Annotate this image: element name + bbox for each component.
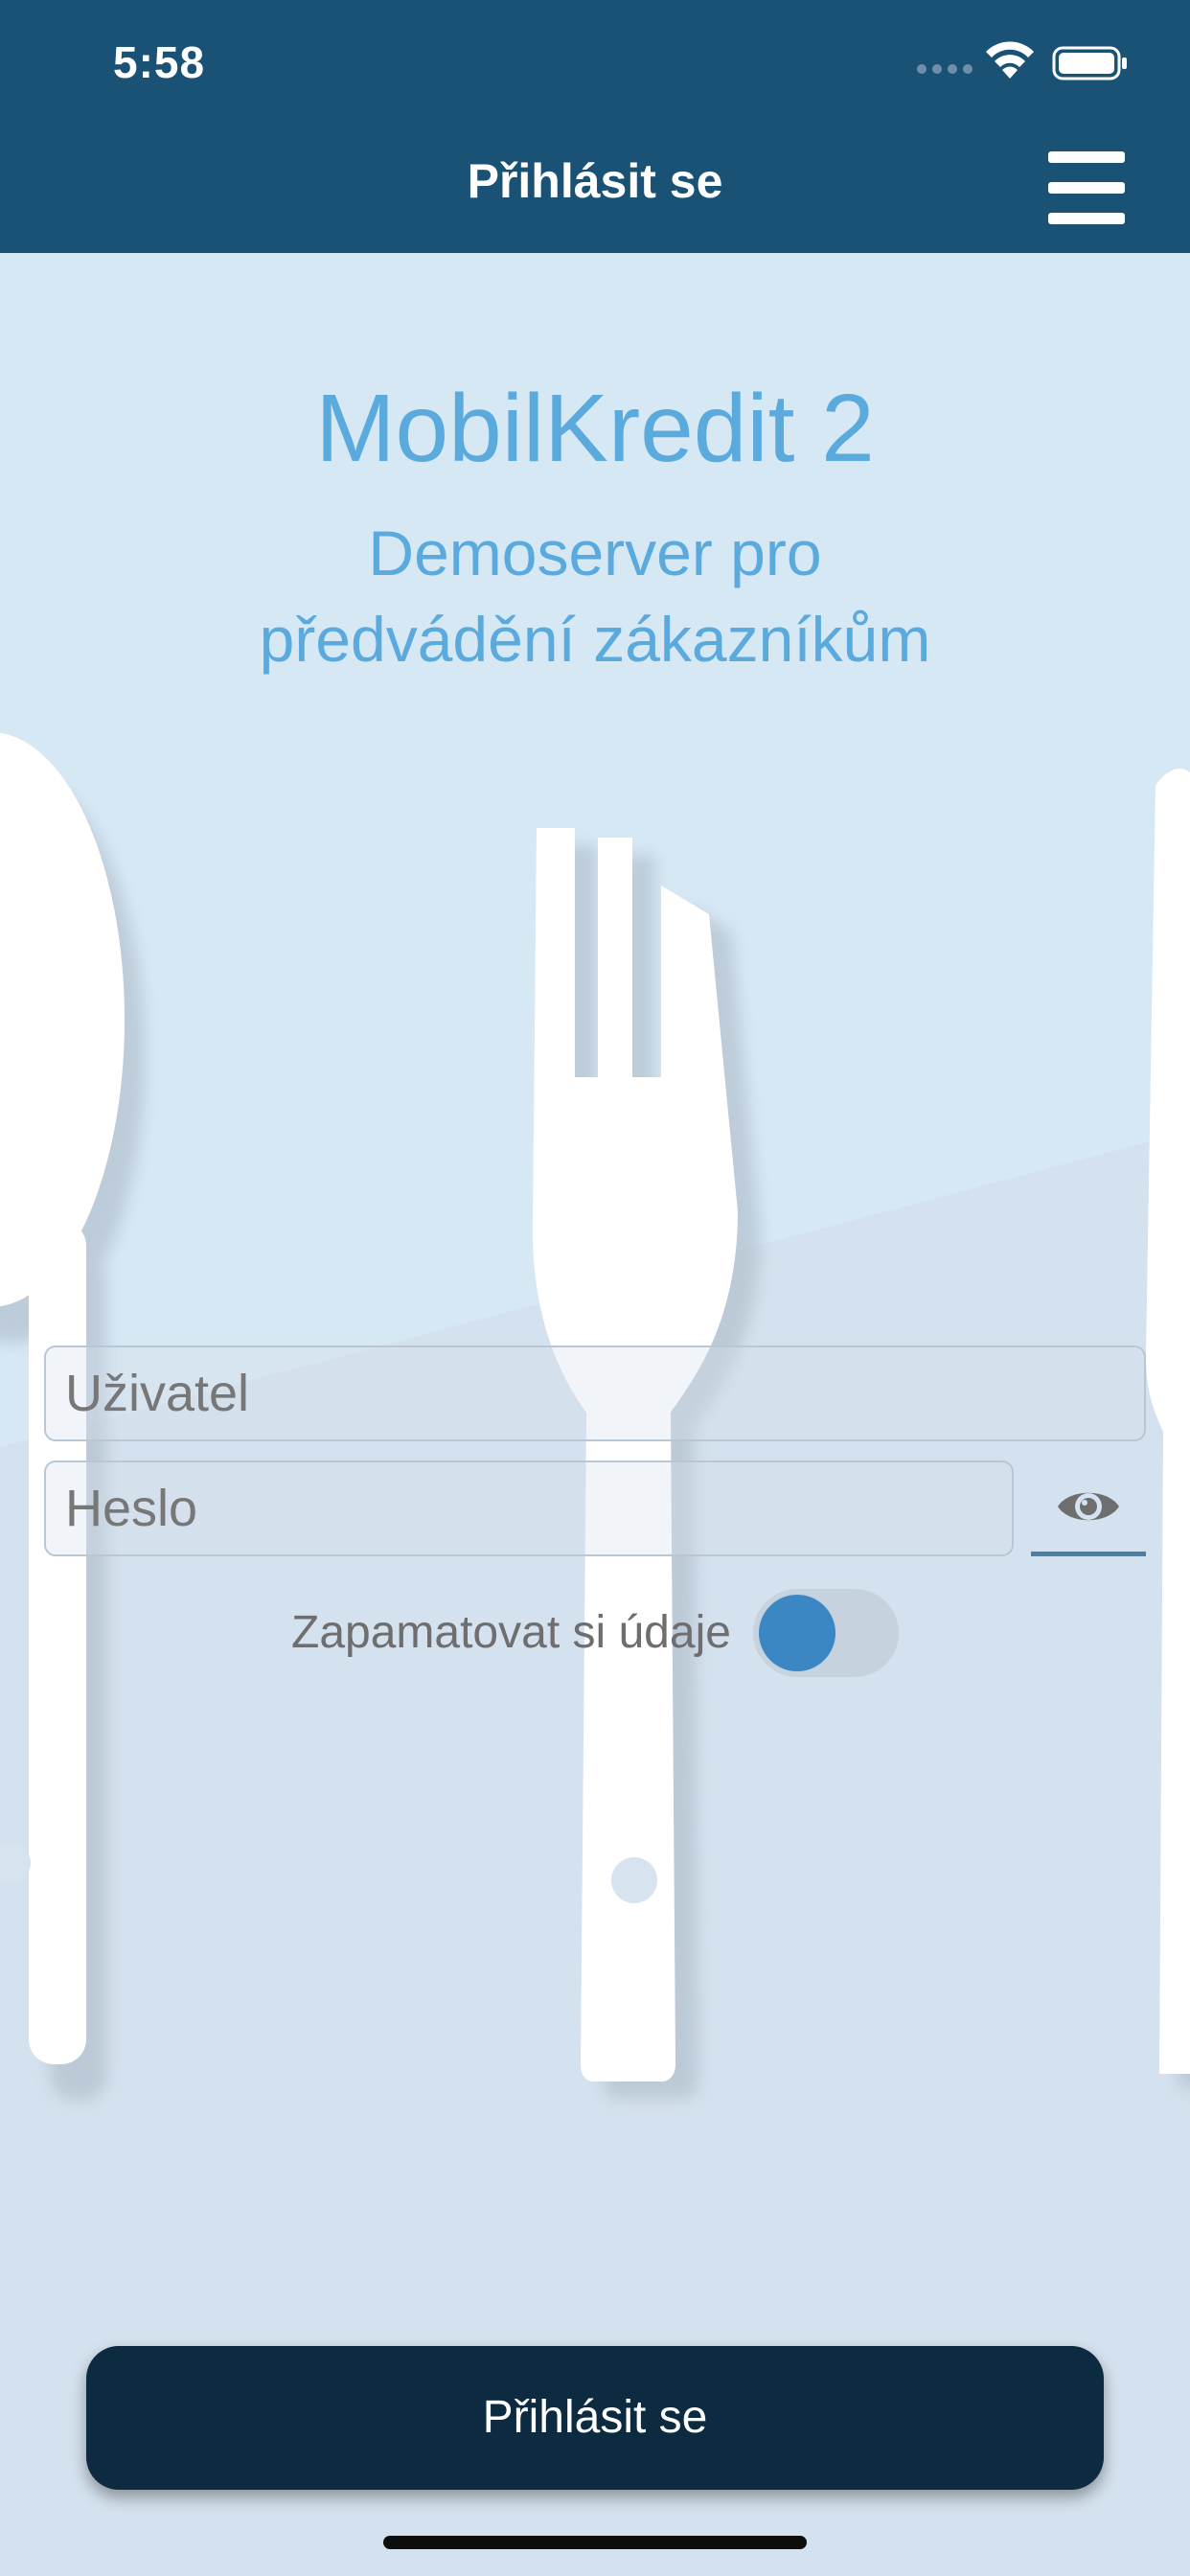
battery-icon: [1052, 46, 1127, 80]
password-input[interactable]: [44, 1460, 1014, 1556]
login-screen: 5:58 Přihlásit se MobilKredit 2 Demoserv…: [0, 0, 1190, 2576]
username-input[interactable]: [44, 1346, 1146, 1441]
app-title: MobilKredit 2: [315, 375, 875, 482]
login-button[interactable]: Přihlásit se: [86, 2346, 1104, 2490]
remember-me-label: Zapamatovat si údaje: [291, 1607, 731, 1658]
header-title: Přihlásit se: [467, 154, 723, 208]
status-time: 5:58: [113, 37, 206, 87]
eye-icon: [1058, 1492, 1119, 1520]
wifi-icon: [986, 41, 1034, 79]
subtitle-line-1: Demoserver pro: [368, 518, 822, 588]
app-header: 5:58 Přihlásit se: [0, 0, 1190, 253]
menu-line: [1048, 182, 1125, 194]
hamburger-menu-icon[interactable]: [1048, 151, 1129, 224]
subtitle-line-2: předvádění zákazníkům: [259, 604, 931, 675]
show-password-button[interactable]: [1031, 1460, 1146, 1556]
remember-me-row: Zapamatovat si údaje: [0, 1587, 1190, 1679]
toggle-knob: [759, 1595, 835, 1671]
menu-line: [1048, 213, 1125, 224]
app-subtitle: Demoserver pro předvádění zákazníkům: [0, 510, 1190, 682]
remember-me-toggle[interactable]: [753, 1589, 899, 1677]
home-indicator: [383, 2536, 807, 2549]
menu-line: [1048, 151, 1125, 163]
signal-dots-icon: [917, 64, 973, 74]
